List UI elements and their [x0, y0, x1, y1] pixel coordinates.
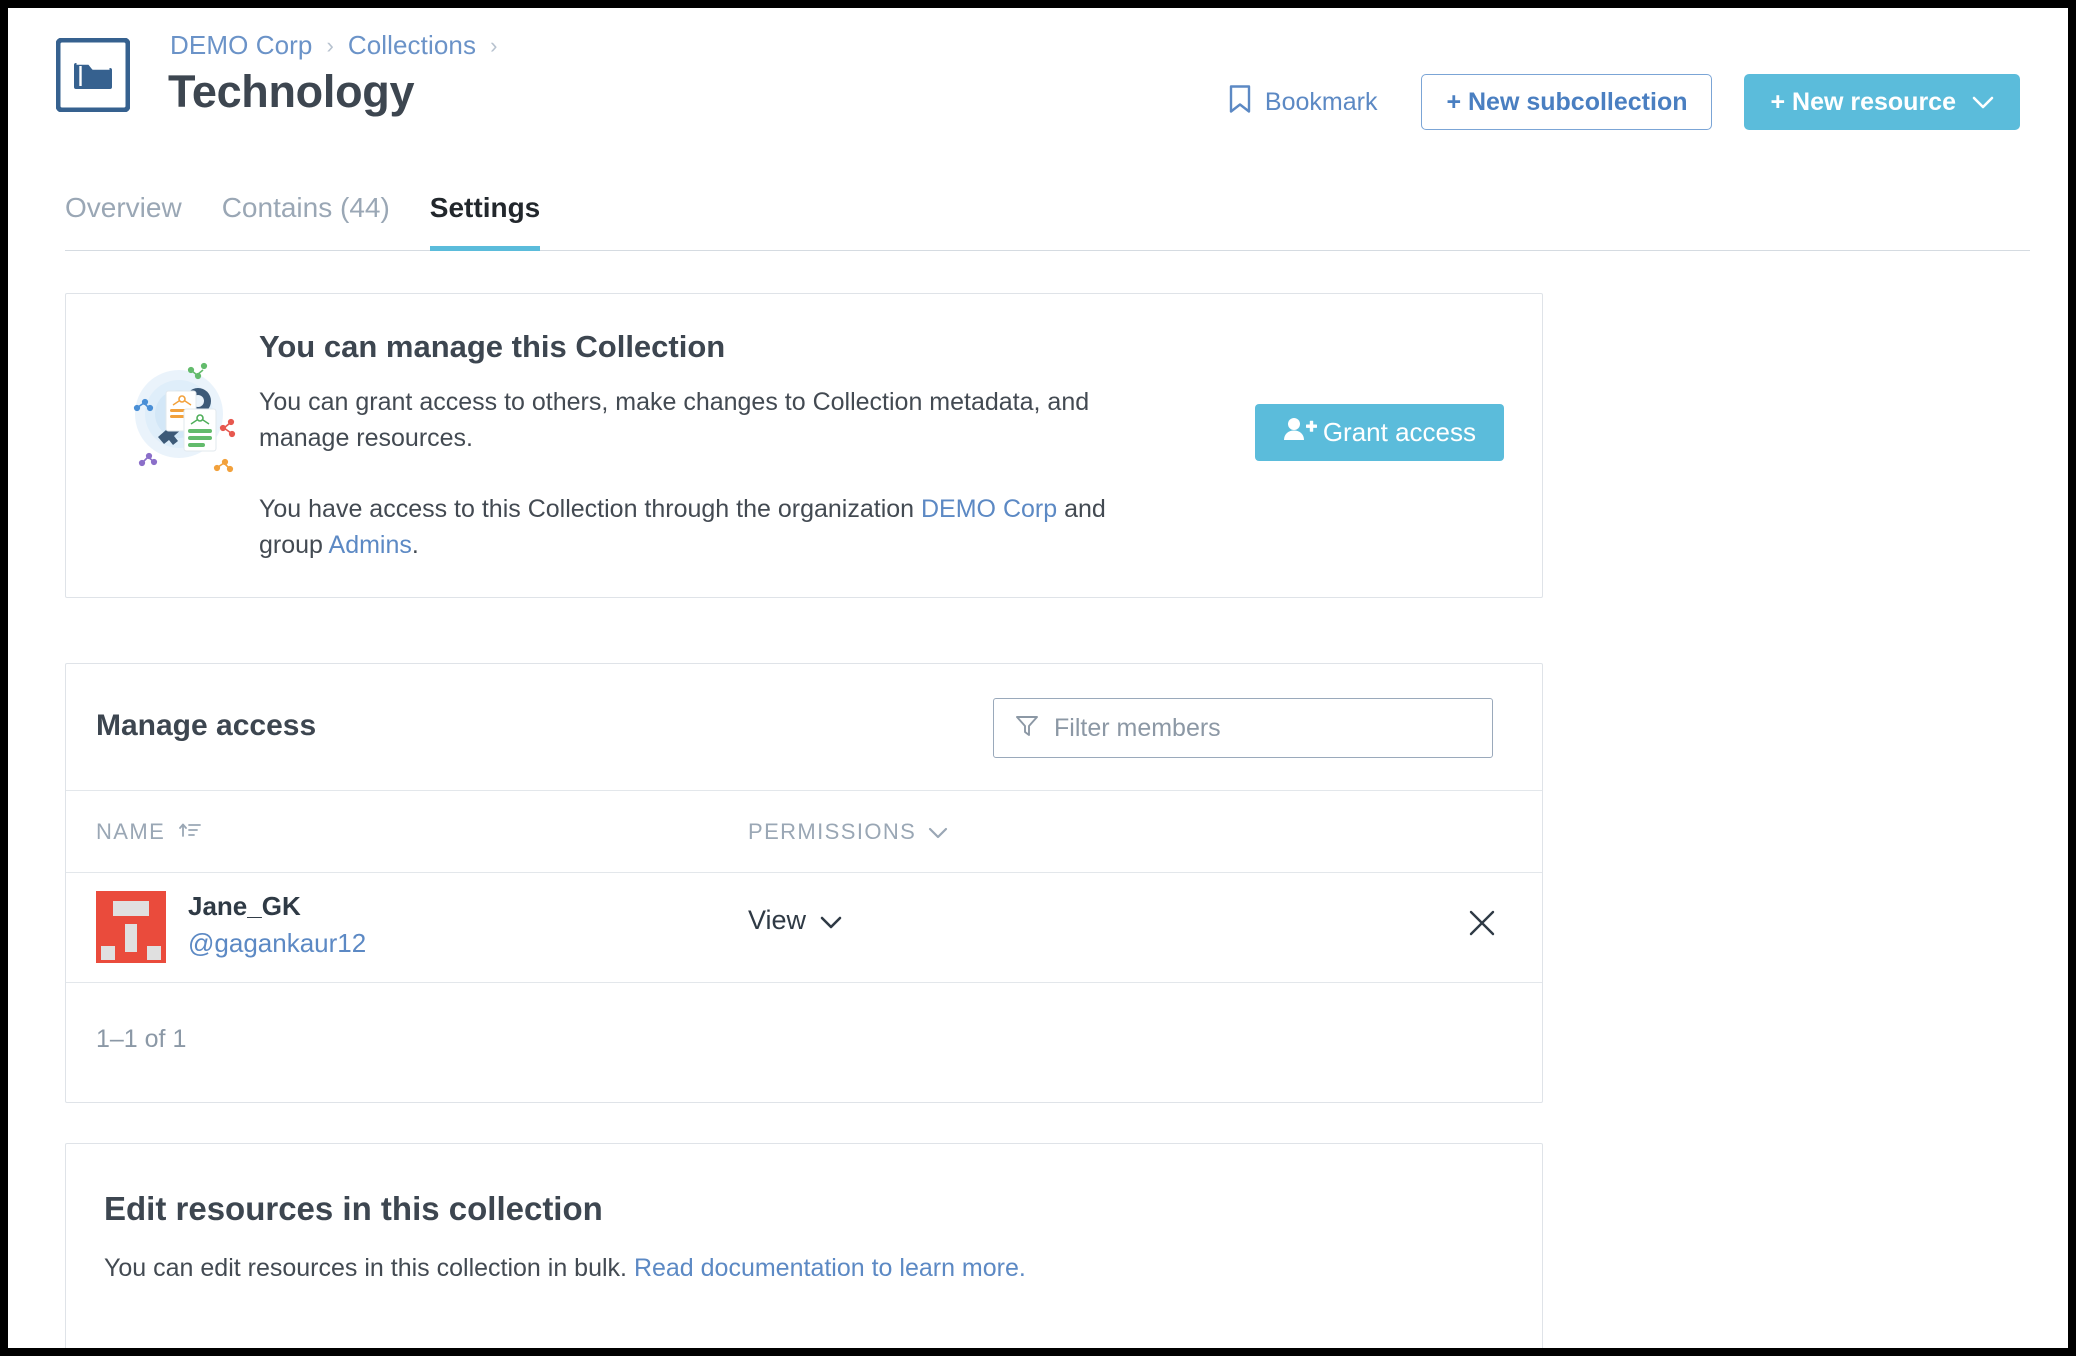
- edit-resources-description-text: You can edit resources in this collectio…: [104, 1254, 634, 1282]
- folder-icon: [55, 37, 131, 113]
- new-resource-button[interactable]: + New resource: [1744, 74, 2020, 130]
- tab-bar: Overview Contains (44) Settings: [65, 186, 2030, 251]
- member-handle[interactable]: @gagankaur12: [188, 928, 366, 959]
- column-header-permissions[interactable]: PERMISSIONS: [748, 819, 948, 845]
- pagination-label: 1–1 of 1: [96, 1025, 187, 1053]
- member-identity: Jane_GK @gagankaur12: [188, 891, 366, 959]
- column-header-permissions-label: PERMISSIONS: [748, 819, 917, 844]
- avatar: [96, 891, 166, 963]
- manage-collection-title: You can manage this Collection: [259, 329, 726, 364]
- breadcrumb: DEMO Corp › Collections ›: [170, 30, 511, 61]
- new-resource-label: + New resource: [1770, 87, 1956, 116]
- column-header-name-label: NAME: [96, 819, 166, 844]
- manage-collection-access-note: You have access to this Collection throu…: [259, 492, 1159, 563]
- edit-resources-card: Edit resources in this collection You ca…: [65, 1143, 1543, 1348]
- chevron-down-icon[interactable]: [928, 819, 948, 845]
- members-table-header: NAME PERMISSIONS: [66, 791, 1542, 873]
- breadcrumb-separator-icon: ›: [490, 32, 498, 58]
- breadcrumb-item-collections[interactable]: Collections: [348, 30, 476, 61]
- manage-collection-description: You can grant access to others, make cha…: [259, 388, 1090, 452]
- tab-contains[interactable]: Contains (44): [222, 186, 390, 251]
- chevron-down-icon: [1972, 88, 1994, 117]
- header-actions: Bookmark + New subcollection + New resou…: [1225, 74, 2020, 130]
- screenshot-frame: DEMO Corp › Collections › Technology Boo…: [0, 0, 2076, 1356]
- chevron-down-icon: [820, 905, 842, 936]
- manage-collection-body: You can manage this Collection You can g…: [259, 329, 1259, 563]
- sort-ascending-icon[interactable]: [179, 819, 202, 845]
- breadcrumb-item-demo-corp[interactable]: DEMO Corp: [170, 30, 312, 61]
- organization-link[interactable]: DEMO Corp: [921, 495, 1057, 523]
- key-document-illustration-icon: [114, 349, 244, 479]
- breadcrumb-separator-icon: ›: [326, 32, 334, 58]
- edit-resources-title: Edit resources in this collection: [104, 1190, 603, 1227]
- members-table-footer: 1–1 of 1: [66, 983, 1542, 1101]
- bookmark-icon: [1229, 84, 1251, 120]
- access-note-suffix: .: [411, 530, 419, 559]
- manage-access-header: Manage access: [66, 664, 1542, 791]
- manage-access-title: Manage access: [96, 709, 317, 742]
- grant-access-button[interactable]: Grant access: [1254, 404, 1504, 461]
- manage-access-card: Manage access NAME: [65, 663, 1543, 1103]
- filter-members-input[interactable]: [1054, 713, 1472, 743]
- bookmark-button[interactable]: Bookmark: [1225, 75, 1382, 130]
- column-header-name[interactable]: NAME: [96, 819, 202, 845]
- grant-access-label: Grant access: [1322, 417, 1476, 447]
- tab-overview[interactable]: Overview: [65, 186, 182, 251]
- page-root: DEMO Corp › Collections › Technology Boo…: [8, 8, 2068, 1348]
- new-subcollection-button[interactable]: + New subcollection: [1421, 74, 1713, 130]
- edit-resources-description: You can edit resources in this collectio…: [104, 1254, 1026, 1283]
- documentation-link[interactable]: Read documentation to learn more.: [634, 1254, 1026, 1282]
- table-row: Jane_GK @gagankaur12 View: [66, 873, 1542, 983]
- permission-value: View: [748, 905, 807, 935]
- member-name: Jane_GK: [188, 891, 301, 921]
- bookmark-label: Bookmark: [1264, 87, 1378, 116]
- person-add-icon: [1283, 416, 1317, 449]
- page-title: Technology: [168, 66, 415, 117]
- permission-dropdown[interactable]: View: [748, 905, 842, 936]
- access-note-prefix: You have access to this Collection throu…: [259, 495, 921, 523]
- page-header: DEMO Corp › Collections › Technology Boo…: [8, 8, 2068, 178]
- filter-icon: [1014, 713, 1040, 744]
- filter-members-field[interactable]: [993, 698, 1493, 758]
- group-link[interactable]: Admins: [329, 531, 412, 559]
- remove-member-button[interactable]: [1462, 903, 1502, 943]
- manage-collection-card: You can manage this Collection You can g…: [65, 293, 1543, 598]
- tab-settings[interactable]: Settings: [429, 186, 541, 251]
